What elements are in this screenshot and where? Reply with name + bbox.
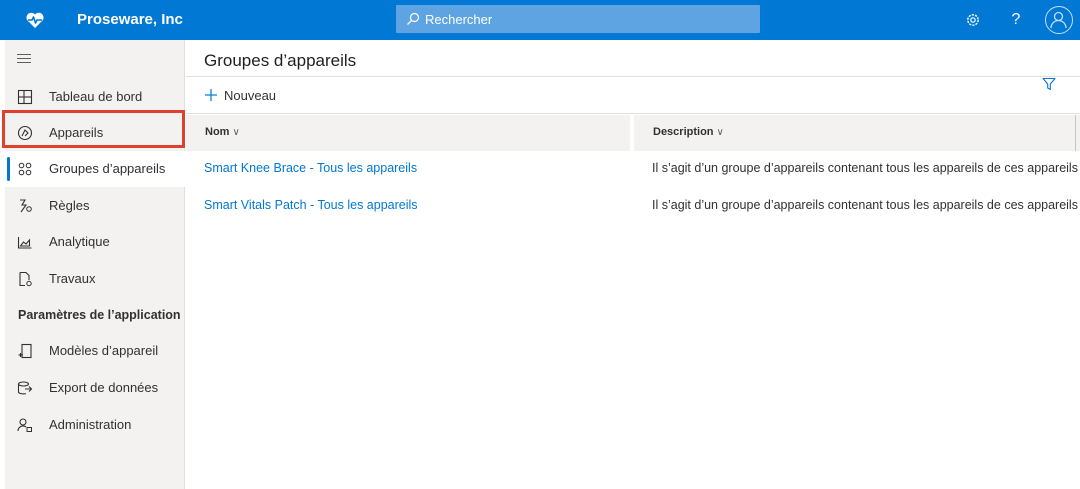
highlight-annotation — [2, 110, 185, 148]
device-group-link[interactable]: Smart Vitals Patch - Tous les appareils — [204, 198, 418, 212]
dashboard-icon — [17, 89, 33, 105]
hamburger-menu-icon[interactable] — [17, 54, 31, 66]
top-bar: Proseware, Inc Rechercher ? — [0, 0, 1080, 40]
column-header-description[interactable]: Description ∨ — [653, 126, 724, 138]
table-row[interactable]: Smart Knee Brace - Tous les appareils Il… — [186, 151, 1080, 188]
device-templates-icon — [18, 343, 32, 359]
sidebar-item-jobs[interactable]: Travaux — [5, 261, 185, 297]
device-group-link[interactable]: Smart Knee Brace - Tous les appareils — [204, 161, 417, 175]
filter-icon[interactable] — [1042, 77, 1056, 91]
sidebar-item-label: Tableau de bord — [49, 89, 143, 104]
sidebar-item-rules[interactable]: Règles — [5, 188, 185, 224]
heart-pulse-logo-icon — [26, 12, 44, 28]
settings-icon[interactable] — [962, 9, 984, 31]
device-group-description: Il s’agit d’un groupe d’appareils conten… — [652, 198, 1078, 212]
sidebar-item-label: Règles — [49, 198, 90, 213]
column-divider[interactable] — [630, 115, 634, 151]
data-export-icon — [17, 381, 33, 395]
help-icon[interactable]: ? — [1005, 9, 1027, 31]
selected-indicator — [7, 157, 10, 181]
analytics-icon — [17, 237, 32, 249]
column-header-label: Description — [653, 126, 714, 138]
search-input[interactable]: Rechercher — [396, 5, 760, 33]
sidebar-item-device-groups[interactable]: Groupes d’appareils — [5, 151, 185, 187]
new-button-label: Nouveau — [224, 88, 277, 103]
table-header: Nom ∨ Description ∨ — [186, 115, 1080, 151]
sidebar-item-label: Analytique — [49, 234, 110, 249]
sidebar-item-label: Travaux — [49, 271, 96, 286]
sidebar-item-label: Groupes d’appareils — [49, 161, 166, 176]
search-placeholder: Rechercher — [425, 12, 493, 27]
device-group-description: Il s’agit d’un groupe d’appareils conten… — [652, 161, 1078, 175]
sidebar-item-administration[interactable]: Administration — [5, 407, 185, 443]
sidebar-item-device-templates[interactable]: Modèles d’appareil — [5, 333, 185, 369]
column-header-label: Nom — [205, 126, 230, 138]
chevron-down-icon: ∨ — [232, 127, 240, 138]
main-content: Groupes d’appareils Nouveau Nom ∨ Descrip… — [186, 40, 1080, 489]
sidebar-item-label: Modèles d’appareil — [49, 343, 159, 358]
sidebar-item-label: Export de données — [49, 380, 159, 395]
sidebar-item-data-export[interactable]: Export de données — [5, 370, 185, 406]
jobs-icon — [19, 271, 32, 287]
chevron-down-icon: ∨ — [716, 127, 724, 138]
sidebar-item-label: Administration — [49, 417, 132, 432]
divider — [186, 113, 1080, 114]
device-groups-icon — [18, 162, 32, 176]
plus-icon — [205, 89, 217, 101]
sidebar-item-analytics[interactable]: Analytique — [5, 224, 185, 260]
column-header-name[interactable]: Nom ∨ — [205, 126, 240, 138]
column-divider[interactable] — [1075, 115, 1076, 151]
brand-name[interactable]: Proseware, Inc — [77, 11, 183, 28]
table-row[interactable]: Smart Vitals Patch - Tous les appareils … — [186, 188, 1080, 225]
rules-icon — [20, 199, 32, 213]
sidebar: Tableau de bord Appareils Groupes d’appa… — [5, 40, 185, 489]
search-icon — [407, 12, 420, 25]
page-title: Groupes d’appareils — [204, 51, 357, 70]
account-icon[interactable] — [1045, 6, 1073, 34]
app-settings-heading: Paramètres de l’application — [18, 308, 181, 322]
divider — [186, 76, 1080, 77]
administration-icon — [17, 418, 32, 432]
